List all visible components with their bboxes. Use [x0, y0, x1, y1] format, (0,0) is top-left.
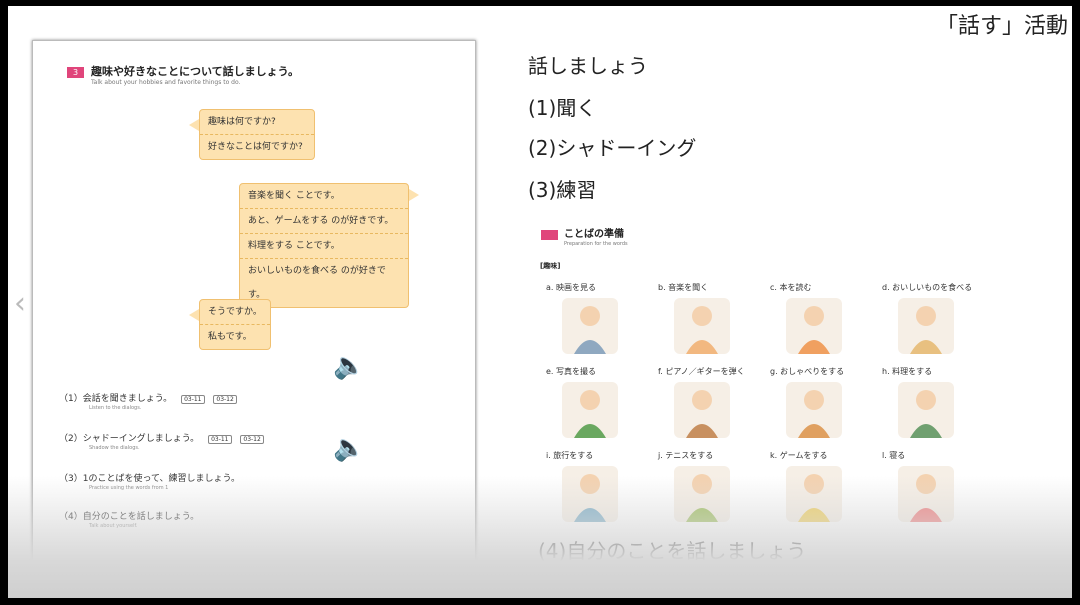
- vocab-title: ことばの準備: [564, 229, 624, 240]
- bubble-line: 音楽を聞く ことです。: [248, 191, 340, 201]
- audio-track-button[interactable]: 03-11: [208, 435, 232, 444]
- vocab-illustration: [672, 380, 732, 440]
- task-3: （3）1のことばを使って、練習しましょう。: [59, 471, 240, 484]
- question-bubble: 趣味は何ですか? 好きなことは何ですか?: [199, 109, 315, 160]
- task-4: （4）自分のことを話しましょう。: [59, 509, 199, 522]
- vocab-item: h. 料理をする: [882, 366, 982, 444]
- bubble-line: 私もです。: [200, 324, 270, 349]
- section-badge: 3: [67, 67, 84, 78]
- audio-track-button[interactable]: 03-12: [213, 395, 237, 404]
- vocab-illustration: [896, 464, 956, 524]
- vocab-illustration: [784, 296, 844, 356]
- vocab-item-label: i. 旅行をする: [546, 451, 594, 460]
- chevron-left-icon[interactable]: ‹: [14, 286, 26, 321]
- task-sub: Shadow the dialogs.: [89, 445, 140, 451]
- task-label: （2）シャドーイングしましょう。: [59, 434, 200, 444]
- speaker-icon[interactable]: 🔈: [333, 433, 365, 463]
- vocab-category: [趣味]: [540, 262, 561, 270]
- vocab-item: j. テニスをする: [658, 450, 758, 528]
- vocab-illustration: [672, 464, 732, 524]
- vocab-item-label: a. 映画を見る: [546, 283, 596, 292]
- section-subtitle: Talk about your hobbies and favorite thi…: [91, 79, 241, 86]
- screen-frame: 「話す」活動 ‹ 3 趣味や好きなことについて話しましょう。 Talk abou…: [0, 0, 1080, 605]
- textbook-page: 3 趣味や好きなことについて話しましょう。 Talk about your ho…: [32, 40, 476, 586]
- speaker-icon[interactable]: 🔈: [333, 351, 365, 381]
- vocab-item: b. 音楽を聞く: [658, 282, 758, 360]
- vocab-item: l. 寝る: [882, 450, 982, 528]
- vocab-item: e. 写真を撮る: [546, 366, 646, 444]
- step-listen: (1)聞く: [528, 96, 597, 120]
- vocab-illustration: [560, 464, 620, 524]
- vocab-illustration: [672, 296, 732, 356]
- vocab-item: f. ピアノ／ギターを弾く: [658, 366, 758, 444]
- vocab-item: k. ゲームをする: [770, 450, 870, 528]
- vocab-item-label: b. 音楽を聞く: [658, 283, 709, 292]
- vocab-item-label: l. 寝る: [882, 451, 906, 460]
- step-self-talk: (4)自分のことを話しましょう: [538, 539, 807, 563]
- reply-bubble: そうですか。 私もです。: [199, 299, 271, 350]
- section-title: 趣味や好きなことについて話しましょう。: [91, 65, 300, 78]
- vocab-item-label: e. 写真を撮る: [546, 367, 597, 376]
- audio-track-button[interactable]: 03-12: [240, 435, 264, 444]
- vocab-item-label: f. ピアノ／ギターを弾く: [658, 367, 745, 376]
- vocab-item-label: j. テニスをする: [658, 451, 714, 460]
- task-sub: Talk about yourself.: [89, 523, 138, 529]
- vocab-illustration: [560, 296, 620, 356]
- bubble-tail: [189, 309, 199, 321]
- vocab-item-label: c. 本を読む: [770, 283, 812, 292]
- bubble-tail: [409, 189, 419, 201]
- vocab-item: g. おしゃべりをする: [770, 366, 870, 444]
- audio-track-button[interactable]: 03-11: [181, 395, 205, 404]
- vocab-item-label: k. ゲームをする: [770, 451, 828, 460]
- task-sub: Listen to the dialogs.: [89, 405, 142, 411]
- vocab-illustration: [784, 464, 844, 524]
- vocab-item: d. おいしいものを食べる: [882, 282, 982, 360]
- task-label: （1）会話を聞きましょう。: [59, 394, 173, 404]
- topic-label: 「話す」活動: [935, 14, 1068, 39]
- slide: 「話す」活動 ‹ 3 趣味や好きなことについて話しましょう。 Talk abou…: [8, 6, 1072, 598]
- vocab-badge: [541, 230, 558, 240]
- step-shadowing: (2)シャドーイング: [528, 136, 697, 160]
- step-practice: (3)練習: [528, 178, 597, 202]
- vocab-illustration: [896, 380, 956, 440]
- bubble-line: 料理をする ことです。: [240, 233, 408, 258]
- bubble-line: そうですか。: [208, 307, 262, 317]
- bubble-line: あと、ゲームをする のが好きです。: [240, 208, 408, 233]
- vocab-illustration: [896, 296, 956, 356]
- page-number: 46: [990, 572, 1002, 582]
- task-label: （4）自分のことを話しましょう。: [59, 512, 200, 522]
- vocab-subtitle: Preparation for the words: [564, 241, 628, 247]
- bubble-line: 趣味は何ですか?: [208, 117, 276, 127]
- vocab-item: c. 本を読む: [770, 282, 870, 360]
- vocab-item-label: h. 料理をする: [882, 367, 933, 376]
- vocab-item: a. 映画を見る: [546, 282, 646, 360]
- task-2: （2）シャドーイングしましょう。 03-11 03-12: [59, 431, 264, 444]
- answer-bubble: 音楽を聞く ことです。 あと、ゲームをする のが好きです。 料理をする ことです…: [239, 183, 409, 308]
- task-label: （3）1のことばを使って、練習しましょう。: [59, 474, 241, 484]
- vocab-illustration: [560, 380, 620, 440]
- vocab-item: i. 旅行をする: [546, 450, 646, 528]
- vocab-item-label: d. おいしいものを食べる: [882, 283, 973, 292]
- vocab-item-label: g. おしゃべりをする: [770, 367, 845, 376]
- steps-heading: 話しましょう: [528, 54, 648, 78]
- task-1: （1）会話を聞きましょう。 03-11 03-12: [59, 391, 237, 404]
- bubble-tail: [189, 119, 199, 131]
- task-sub: Practice using the words from 1: [89, 485, 169, 491]
- copyright-footer: ©The Japan Foundation: [480, 572, 587, 582]
- bubble-line: 好きなことは何ですか?: [200, 134, 314, 159]
- vocab-illustration: [784, 380, 844, 440]
